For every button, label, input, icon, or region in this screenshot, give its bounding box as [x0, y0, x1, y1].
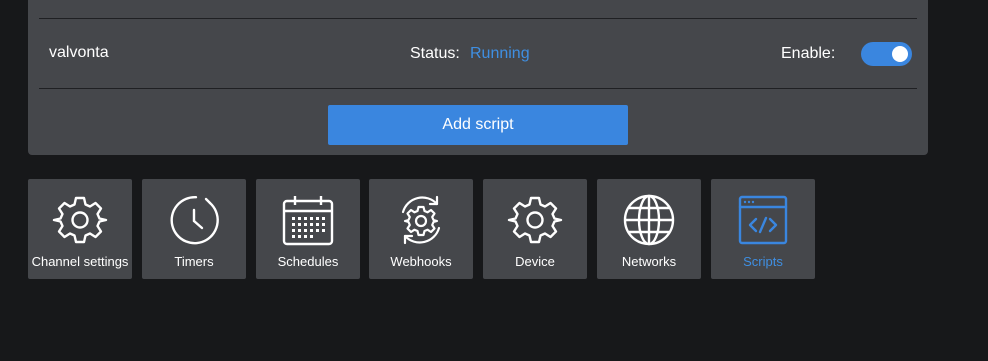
gear-icon	[507, 196, 563, 244]
stopwatch-icon	[170, 195, 219, 245]
toggle-knob	[892, 46, 908, 62]
calendar-icon	[282, 196, 334, 246]
globe-icon	[623, 194, 675, 246]
nav-tile-label: Channel settings	[31, 254, 129, 269]
enable-label: Enable:	[781, 45, 836, 62]
divider	[39, 18, 917, 19]
nav-tile-label: Scripts	[743, 254, 783, 269]
nav-tile-label: Timers	[174, 254, 214, 269]
script-panel: valvonta Status: Running Enable: Add scr…	[28, 0, 928, 155]
nav-tile-label: Webhooks	[390, 254, 452, 269]
script-name: valvonta	[49, 44, 109, 61]
nav-tile-channel-settings[interactable]: Channel settings	[28, 179, 132, 279]
nav-tile-scripts[interactable]: Scripts	[711, 179, 815, 279]
status-label: Status:	[410, 45, 460, 62]
nav-tile-timers[interactable]: Timers	[142, 179, 246, 279]
nav-tile-networks[interactable]: Networks	[597, 179, 701, 279]
status-value: Running	[470, 45, 530, 62]
divider	[39, 88, 917, 89]
nav-tile-device[interactable]: Device	[483, 179, 587, 279]
add-script-button[interactable]: Add script	[328, 105, 628, 145]
nav-tile-webhooks[interactable]: Webhooks	[369, 179, 473, 279]
code-window-icon	[738, 195, 788, 245]
nav-tile-label: Device	[515, 254, 555, 269]
webhook-gear-icon	[401, 195, 441, 245]
nav-tile-label: Networks	[621, 254, 677, 269]
nav-tile-label: Schedules	[277, 254, 339, 269]
nav-tile-schedules[interactable]: Schedules	[256, 179, 360, 279]
enable-toggle[interactable]	[861, 42, 912, 66]
gear-icon	[52, 196, 108, 244]
